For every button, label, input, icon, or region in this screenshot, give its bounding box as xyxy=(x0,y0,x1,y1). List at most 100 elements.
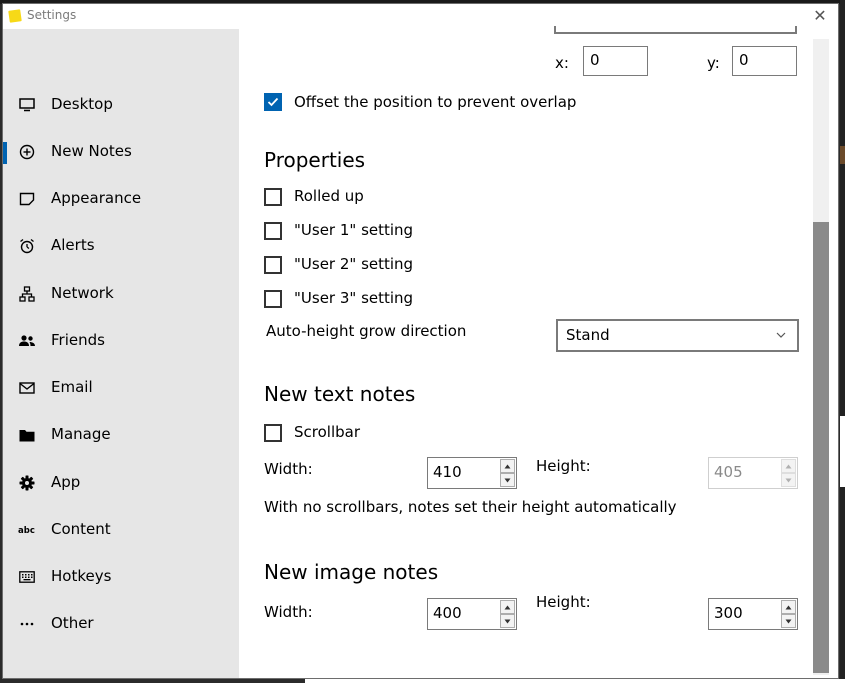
close-button[interactable]: ✕ xyxy=(806,5,834,27)
sticky-note-app-icon xyxy=(8,9,22,23)
offset-position-checkbox[interactable] xyxy=(264,93,282,111)
sidebar-item-hotkeys[interactable]: Hotkeys xyxy=(3,557,239,597)
decrement-button[interactable] xyxy=(500,473,515,487)
text-height-spinner: 405 xyxy=(708,457,798,489)
sidebar-nav: Desktop New Notes Appearance Alerts Netw… xyxy=(3,29,239,678)
spinner-arrows xyxy=(500,600,515,628)
x-position-input[interactable]: 0 xyxy=(583,46,648,76)
alarm-clock-icon xyxy=(17,236,37,256)
svg-text:abc: abc xyxy=(18,526,35,535)
checkmark-icon xyxy=(267,97,279,107)
note-icon xyxy=(17,189,37,209)
content-scrollbar-thumb[interactable] xyxy=(813,222,829,673)
gear-icon xyxy=(17,473,37,493)
sidebar-item-label: Alerts xyxy=(51,236,95,254)
spinner-arrows xyxy=(781,459,796,487)
sidebar-item-appearance[interactable]: Appearance xyxy=(3,179,239,219)
sidebar-item-label: Appearance xyxy=(51,189,142,207)
network-icon xyxy=(17,284,37,304)
sidebar-item-label: Content xyxy=(51,520,111,538)
sidebar-item-label: Email xyxy=(51,378,93,396)
arrow-down-icon xyxy=(504,619,511,623)
folder-icon xyxy=(17,425,37,445)
sidebar-item-app[interactable]: App xyxy=(3,463,239,503)
arrow-down-icon xyxy=(785,619,792,623)
arrow-down-icon xyxy=(504,478,511,482)
arrow-up-icon xyxy=(785,605,792,609)
user2-setting-label: "User 2" setting xyxy=(294,255,414,273)
grow-direction-select[interactable]: Stand xyxy=(556,319,799,352)
more-icon xyxy=(17,614,37,634)
user3-setting-checkbox[interactable] xyxy=(264,290,282,308)
rolled-up-label: Rolled up xyxy=(294,187,364,205)
keyboard-icon xyxy=(17,567,37,587)
increment-button[interactable] xyxy=(781,600,796,614)
sidebar-item-other[interactable]: Other xyxy=(3,604,239,644)
decrement-button xyxy=(781,473,796,487)
image-width-value: 400 xyxy=(433,604,462,622)
selection-indicator xyxy=(3,142,7,164)
arrow-up-icon xyxy=(504,464,511,468)
new-text-notes-heading: New text notes xyxy=(264,382,416,406)
grow-direction-value: Stand xyxy=(566,326,610,344)
image-width-label: Width: xyxy=(264,603,313,621)
increment-button[interactable] xyxy=(500,459,515,473)
arrow-down-icon xyxy=(785,478,792,482)
increment-button[interactable] xyxy=(500,600,515,614)
sidebar-item-email[interactable]: Email xyxy=(3,368,239,408)
sidebar-item-label: Manage xyxy=(51,425,111,443)
monitor-icon xyxy=(17,95,37,115)
scrollbar-checkbox[interactable] xyxy=(264,424,282,442)
rolled-up-checkbox[interactable] xyxy=(264,188,282,206)
properties-heading: Properties xyxy=(264,148,366,172)
sidebar-item-friends[interactable]: Friends xyxy=(3,321,239,361)
text-height-label: Height: xyxy=(536,457,591,475)
settings-window: Settings ✕ Desktop New Notes Appearance xyxy=(2,3,839,679)
new-image-notes-heading: New image notes xyxy=(264,560,439,584)
sidebar-item-content[interactable]: abc Content xyxy=(3,510,239,550)
spinner-arrows xyxy=(781,600,796,628)
window-title: Settings xyxy=(27,8,77,22)
clipped-dropdown[interactable] xyxy=(554,26,797,34)
background-window-fragment xyxy=(305,679,845,683)
image-height-spinner[interactable]: 300 xyxy=(708,598,798,630)
increment-button xyxy=(781,459,796,473)
scrollbar-hint: With no scrollbars, notes set their heig… xyxy=(264,498,677,516)
background-window-fragment xyxy=(840,416,845,487)
sidebar-item-label: Hotkeys xyxy=(51,567,112,585)
scrollbar-label: Scrollbar xyxy=(294,423,360,441)
sidebar-item-label: Friends xyxy=(51,331,105,349)
mail-icon xyxy=(17,378,37,398)
arrow-up-icon xyxy=(504,605,511,609)
sidebar-item-label: New Notes xyxy=(51,142,132,160)
user3-setting-label: "User 3" setting xyxy=(294,289,414,307)
decrement-button[interactable] xyxy=(500,614,515,628)
arrow-up-icon xyxy=(785,464,792,468)
background-window-fragment xyxy=(840,146,845,164)
image-width-spinner[interactable]: 400 xyxy=(427,598,517,630)
decrement-button[interactable] xyxy=(781,614,796,628)
text-width-spinner[interactable]: 410 xyxy=(427,457,517,489)
sidebar-item-label: App xyxy=(51,473,81,491)
image-height-value: 300 xyxy=(714,604,743,622)
sidebar-item-label: Network xyxy=(51,284,114,302)
people-icon xyxy=(17,331,37,351)
chevron-down-icon xyxy=(776,332,786,338)
y-label: y: xyxy=(707,54,720,72)
sidebar-item-network[interactable]: Network xyxy=(3,274,239,314)
grow-direction-label: Auto-height grow direction xyxy=(266,322,467,340)
y-position-input[interactable]: 0 xyxy=(732,46,797,76)
spinner-arrows xyxy=(500,459,515,487)
user1-setting-label: "User 1" setting xyxy=(294,221,414,239)
sidebar-item-desktop[interactable]: Desktop xyxy=(3,85,239,125)
sidebar-item-label: Other xyxy=(51,614,94,632)
text-width-label: Width: xyxy=(264,460,313,478)
sidebar-item-new-notes[interactable]: New Notes xyxy=(3,132,239,172)
sidebar-item-alerts[interactable]: Alerts xyxy=(3,226,239,266)
user2-setting-checkbox[interactable] xyxy=(264,256,282,274)
image-height-label: Height: xyxy=(536,593,591,611)
sidebar-item-manage[interactable]: Manage xyxy=(3,415,239,455)
text-height-value: 405 xyxy=(714,463,743,481)
user1-setting-checkbox[interactable] xyxy=(264,222,282,240)
sidebar-item-label: Desktop xyxy=(51,95,113,113)
